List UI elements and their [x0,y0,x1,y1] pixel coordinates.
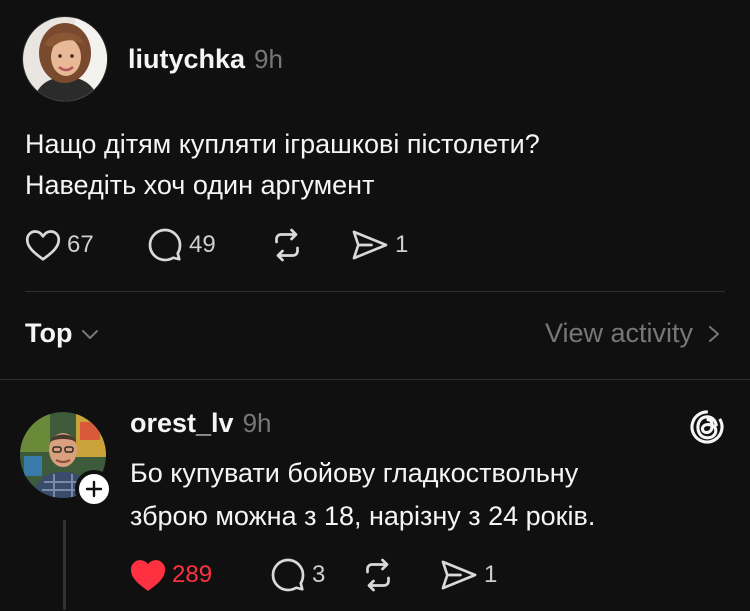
avatar[interactable] [22,16,108,102]
chevron-down-icon [82,329,99,339]
share-count: 1 [395,231,409,258]
repost-icon [366,558,390,592]
like-count: 289 [172,561,213,588]
reply-text: Бо купувати бойову гладкоствольну зброю … [130,452,595,538]
post-time: 9h [254,43,283,74]
reply-button[interactable]: 3 [270,557,360,593]
thread-view: liutychka 9h Нащо дітям купляти іграшков… [0,0,750,611]
post-actions: 67 49 1 [25,227,408,263]
repost-button[interactable] [269,227,351,263]
chevron-right-icon [709,325,719,342]
sort-dropdown[interactable]: Top [25,318,102,349]
heart-icon [25,230,61,261]
share-count: 1 [484,561,498,588]
divider [25,291,725,292]
reply-filter-row: Top View activity [25,318,725,349]
thread-line [63,520,66,610]
share-icon [352,230,388,260]
comment-icon [148,228,182,262]
post-text-line: Нащо дітям купляти іграшкові пістолети? [25,129,540,159]
reply-actions: 289 3 1 [130,557,497,593]
post-text: Нащо дітям купляти іграшкові пістолети? … [25,124,540,206]
repost-icon [275,228,299,262]
post-meta: liutychka 9h [128,44,283,75]
plus-icon [85,480,103,498]
post-header: liutychka 9h [22,16,283,102]
follow-button[interactable] [75,470,113,508]
reply-meta: orest_lv 9h [130,408,271,439]
sort-label: Top [25,318,73,348]
share-button[interactable]: 1 [351,228,408,262]
like-count: 67 [67,231,94,258]
reply-text-line: зброю можна з 18, нарізну з 24 років. [130,501,596,531]
comment-icon [271,558,305,592]
reply-button[interactable]: 49 [147,227,269,263]
heart-filled-icon [130,560,166,591]
like-button[interactable]: 67 [25,228,125,262]
threads-logo-icon [690,408,724,451]
share-icon [441,560,477,590]
reply-text-line: Бо купувати бойову гладкоствольну [130,458,579,488]
reply-count: 49 [189,231,216,258]
reply-username[interactable]: orest_lv [130,408,234,439]
like-button[interactable]: 289 [130,558,248,592]
reply-time: 9h [242,408,272,438]
reply-count: 3 [312,561,326,588]
share-button[interactable]: 1 [440,558,497,592]
post-username[interactable]: liutychka [128,44,245,75]
divider [0,379,750,380]
view-activity-label: View activity [544,318,693,348]
view-activity-link[interactable]: View activity [545,318,725,349]
repost-button[interactable] [360,557,440,593]
post-text-line: Наведіть хоч один аргумент [25,170,375,200]
